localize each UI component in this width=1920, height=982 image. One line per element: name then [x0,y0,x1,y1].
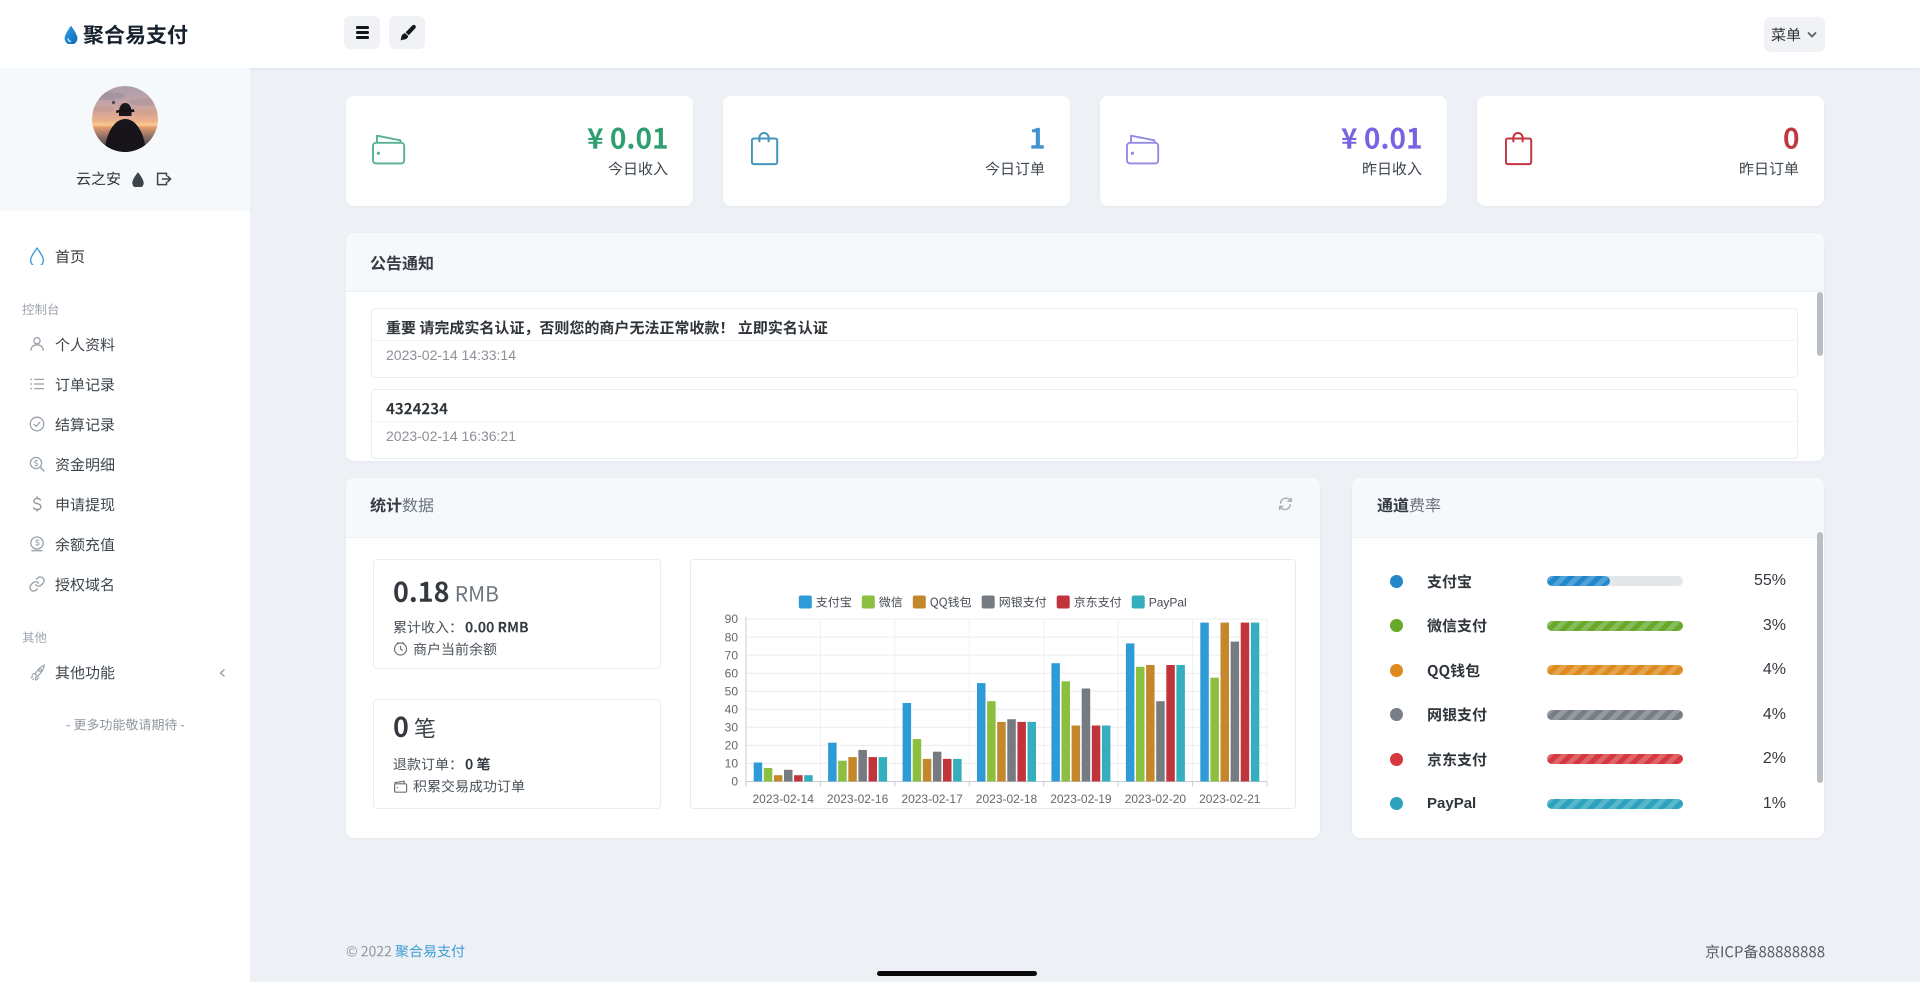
svg-text:40: 40 [725,703,739,717]
svg-text:20: 20 [725,739,739,753]
svg-text:50: 50 [725,684,739,698]
svg-text:2023-02-14: 2023-02-14 [753,792,815,806]
svg-text:70: 70 [725,648,739,662]
svg-text:90: 90 [725,612,739,626]
svg-text:2023-02-19: 2023-02-19 [1050,792,1112,806]
svg-text:30: 30 [725,721,739,735]
svg-text:2023-02-18: 2023-02-18 [976,792,1038,806]
svg-text:2023-02-21: 2023-02-21 [1199,792,1261,806]
svg-text:2023-02-17: 2023-02-17 [901,792,963,806]
svg-text:10: 10 [725,757,739,771]
svg-text:60: 60 [725,666,739,680]
svg-text:0: 0 [731,775,738,789]
svg-text:2023-02-20: 2023-02-20 [1125,792,1187,806]
svg-text:PayPal: PayPal [1149,596,1187,610]
svg-text:2023-02-16: 2023-02-16 [827,792,889,806]
svg-text:80: 80 [725,630,739,644]
